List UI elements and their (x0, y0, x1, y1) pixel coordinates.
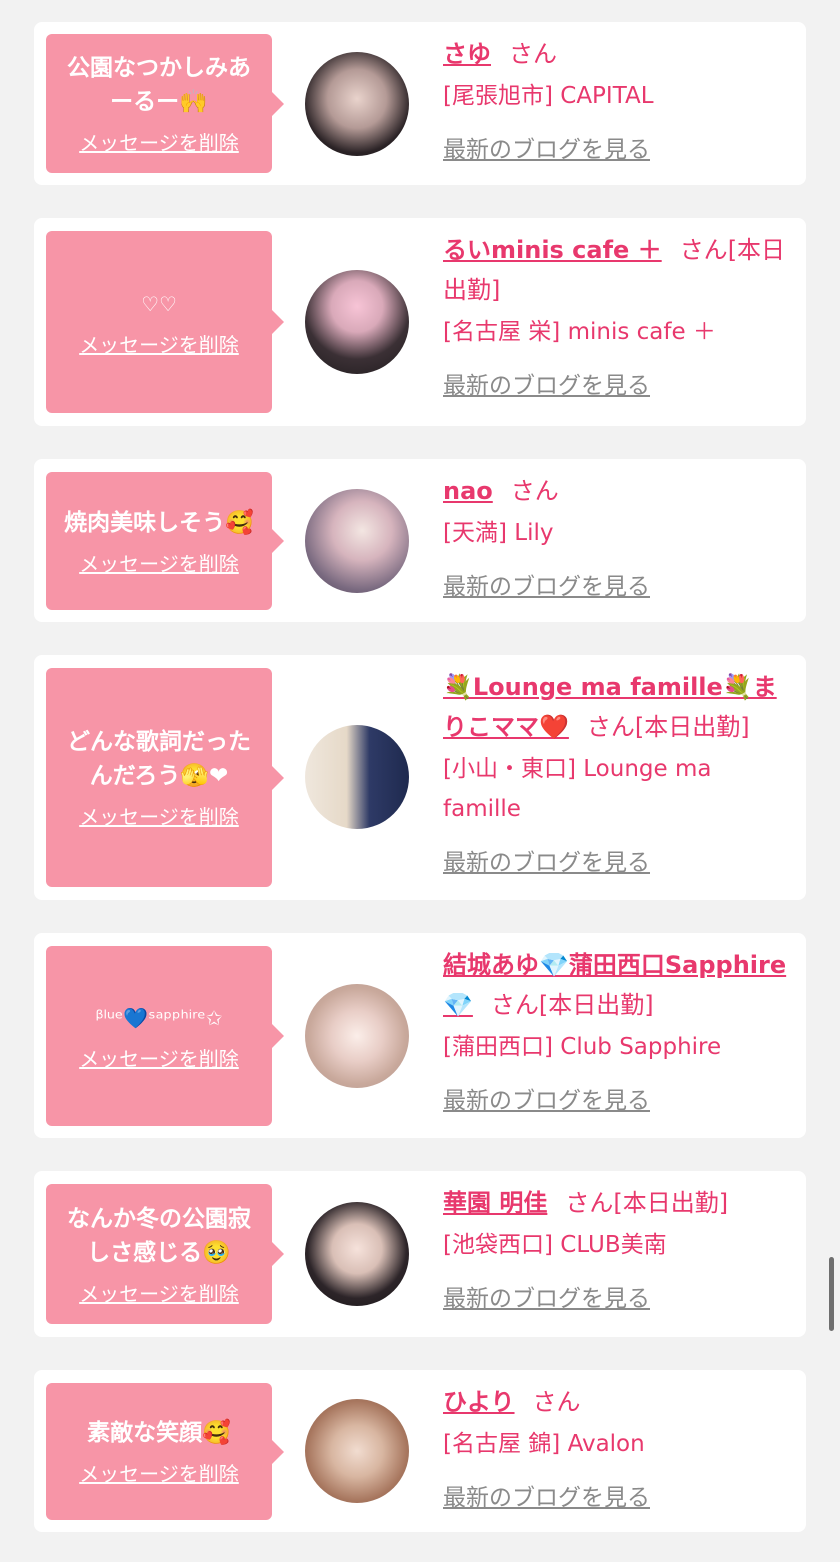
shop-location: [池袋西口] CLUB美南 (443, 1232, 667, 1258)
latest-blog-link[interactable]: 最新のブログを見る (443, 1478, 650, 1512)
delete-message-link[interactable]: メッセージを削除 (79, 1458, 239, 1487)
avatar[interactable] (305, 270, 409, 374)
honorific: さん (490, 991, 539, 1019)
avatar[interactable] (305, 489, 409, 593)
latest-blog-link[interactable]: 最新のブログを見る (443, 1279, 650, 1313)
cast-name-link[interactable]: ひより (443, 1388, 515, 1416)
latest-blog-link[interactable]: 最新のブログを見る (443, 130, 650, 164)
avatar[interactable] (305, 52, 409, 156)
delete-message-link[interactable]: メッセージを削除 (79, 1278, 239, 1307)
message-bubble: 焼肉美味しそう🥰 メッセージを削除 (46, 472, 284, 610)
message-card: 公園なつかしみあーるー🙌 メッセージを削除 さゆ さん [尾張旭市] CAPITA… (34, 22, 806, 185)
shop-location: [尾張旭市] CAPITAL (443, 83, 654, 109)
honorific: さん (510, 477, 559, 505)
attendance-status: [本日出勤] (538, 991, 654, 1019)
avatar[interactable] (305, 984, 409, 1088)
scrollbar-thumb[interactable] (829, 1257, 834, 1331)
latest-blog-link[interactable]: 最新のブログを見る (443, 1081, 650, 1115)
delete-message-link[interactable]: メッセージを削除 (79, 1043, 239, 1072)
honorific: さん (565, 1189, 614, 1217)
message-bubble: どんな歌詞だったんだろう🫣❤ メッセージを削除 (46, 668, 284, 887)
message-bubble: ♡♡ メッセージを削除 (46, 231, 284, 413)
honorific: さん (532, 1388, 581, 1416)
message-card: 焼肉美味しそう🥰 メッセージを削除 nao さん [天満] Lily 最新のブログ… (34, 459, 806, 622)
message-text: ᵝˡᵘᵉ💙ˢᵃᵖᵖʰⁱʳᵉ✩ (95, 1005, 223, 1030)
cast-name-link[interactable]: 華園 明佳 (443, 1189, 547, 1217)
message-card: なんか冬の公園寂しさ感じる🥹 メッセージを削除 華園 明佳 さん[本日出勤] [池… (34, 1171, 806, 1337)
message-text: 焼肉美味しそう🥰 (64, 509, 254, 536)
avatar[interactable] (305, 725, 409, 829)
latest-blog-link[interactable]: 最新のブログを見る (443, 366, 650, 400)
message-bubble: なんか冬の公園寂しさ感じる🥹 メッセージを削除 (46, 1184, 284, 1324)
cast-name-link[interactable]: nao (443, 477, 493, 505)
delete-message-link[interactable]: メッセージを削除 (79, 127, 239, 156)
message-card: ᵝˡᵘᵉ💙ˢᵃᵖᵖʰⁱʳᵉ✩ メッセージを削除 結城あゆ💎蒲田西口Sapphir… (34, 933, 806, 1138)
attendance-status: [本日出勤] (613, 1189, 729, 1217)
message-card: 素敵な笑顔🥰 メッセージを削除 ひより さん [名古屋 錦] Avalon 最新の… (34, 1370, 806, 1532)
message-card: ♡♡ メッセージを削除 るいminis cafe ＋さん[本日出勤] [名古屋 … (34, 218, 806, 426)
message-bubble: 素敵な笑顔🥰 メッセージを削除 (46, 1383, 284, 1520)
delete-message-link[interactable]: メッセージを削除 (79, 329, 239, 358)
message-text: どんな歌詞だったんだろう🫣❤ (67, 729, 251, 789)
message-bubble: 公園なつかしみあーるー🙌 メッセージを削除 (46, 34, 284, 173)
shop-location: [名古屋 栄] minis cafe ＋ (443, 319, 716, 345)
avatar[interactable] (305, 1202, 409, 1306)
shop-location: [名古屋 錦] Avalon (443, 1431, 645, 1457)
attendance-status: [本日出勤] (634, 713, 750, 741)
latest-blog-link[interactable]: 最新のブログを見る (443, 843, 650, 877)
latest-blog-link[interactable]: 最新のブログを見る (443, 567, 650, 601)
message-text: ♡♡ (141, 291, 177, 316)
delete-message-link[interactable]: メッセージを削除 (79, 548, 239, 577)
avatar[interactable] (305, 1399, 409, 1503)
delete-message-link[interactable]: メッセージを削除 (79, 801, 239, 830)
honorific: さん (586, 713, 635, 741)
message-text: 公園なつかしみあーるー🙌 (67, 55, 251, 115)
shop-location: [蒲田西口] Club Sapphire (443, 1034, 722, 1060)
shop-location: [小山・東口] Lounge ma famille (443, 756, 712, 822)
honorific: さん (509, 40, 557, 68)
message-card: どんな歌詞だったんだろう🫣❤ メッセージを削除 💐Lounge ma famil… (34, 655, 806, 900)
cast-name-link[interactable]: さゆ (443, 40, 491, 68)
shop-location: [天満] Lily (443, 520, 554, 546)
message-bubble: ᵝˡᵘᵉ💙ˢᵃᵖᵖʰⁱʳᵉ✩ メッセージを削除 (46, 946, 284, 1126)
cast-name-link[interactable]: るいminis cafe ＋ (443, 236, 662, 264)
message-text: 素敵な笑顔🥰 (87, 1420, 231, 1446)
message-text: なんか冬の公園寂しさ感じる🥹 (67, 1205, 251, 1266)
honorific: さん (679, 236, 728, 264)
